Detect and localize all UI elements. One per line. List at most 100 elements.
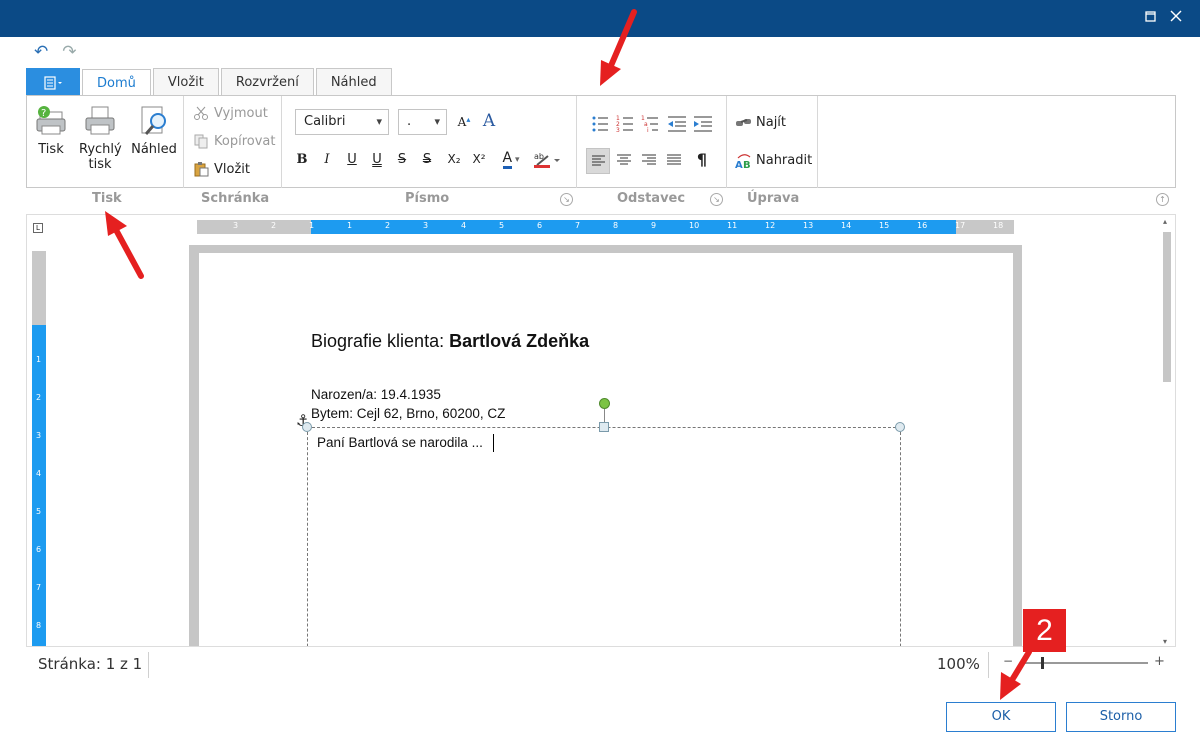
superscript-button[interactable]: X² [468,152,490,166]
replace-button[interactable]: AB Nahradit [735,152,812,172]
align-center-icon[interactable] [614,150,634,170]
vertical-scrollbar[interactable]: ▴ ▾ [1158,215,1175,646]
pilcrow-icon[interactable]: ¶ [693,150,711,169]
resize-handle[interactable] [895,422,905,432]
tab-preview[interactable]: Náhled [315,68,392,96]
ruler-tick-label: 1 [36,355,42,364]
annotation-badge: 2 [1023,609,1066,652]
paste-button[interactable]: Vložit [193,161,250,177]
tab-layout[interactable]: Rozvržení [220,68,314,96]
underline-button[interactable]: U [343,152,361,167]
scrollbar-thumb[interactable] [1163,232,1171,382]
chevron-down-icon: ▾ [434,115,440,128]
align-right-icon[interactable] [639,150,659,170]
highlight-icon[interactable]: ab [532,150,562,172]
preview-button[interactable]: Náhled [131,104,177,157]
justify-icon[interactable] [664,150,684,170]
ruler-tick-label: 15 [879,221,890,230]
cut-button[interactable]: Vyjmout [193,105,268,121]
document-page[interactable]: Biografie klienta: Bartlová Zdeňka Naroz… [199,253,1013,646]
cancel-button[interactable]: Storno [1066,702,1176,732]
ruler-text-area [311,220,956,234]
align-left-icon[interactable] [586,148,610,174]
tab-insert[interactable]: Vložit [152,68,219,96]
tab-stop-selector[interactable]: L [33,223,43,233]
paragraph-dialog-launcher-icon[interactable]: ↘ [710,193,723,206]
undo-icon[interactable]: ↶ [34,42,48,62]
numbered-list-icon[interactable]: 123 [616,114,636,134]
ribbon-tabs: Domů Vložit Rozvržení Náhled [26,68,394,97]
replace-icon: AB [735,152,751,171]
page-indicator: Stránka: 1 z 1 [38,655,143,673]
preview-icon [137,104,171,138]
collapse-ribbon-icon[interactable]: ↑ [1156,193,1169,206]
decrease-indent-icon[interactable] [667,114,687,134]
shrink-font-icon[interactable]: A [480,111,498,131]
bullet-list-icon[interactable] [591,114,611,134]
ruler-tick-label: 13 [803,221,814,230]
zoom-slider-thumb[interactable] [1040,657,1044,669]
ruler-tick-label: 11 [727,221,738,230]
ruler-tick-label: 2 [36,393,42,402]
svg-text:3: 3 [616,127,620,134]
svg-text:B: B [743,160,751,170]
restore-icon[interactable] [1141,8,1161,28]
quick-print-button[interactable]: Rychlý tisk [79,104,122,172]
tab-home[interactable]: Domů [82,69,151,97]
font-color-label: A [502,150,513,169]
ruler-tick-label: 5 [499,221,505,230]
group-label-print: Tisk [92,191,122,206]
redo-icon[interactable]: ↷ [62,42,76,62]
ruler-tick-label: 16 [917,221,928,230]
client-name: Bartlová Zdeňka [449,331,590,351]
ruler-tick-label: 6 [537,221,543,230]
zoom-level: 100% [937,655,980,673]
resize-handle[interactable] [302,422,312,432]
font-dialog-launcher-icon[interactable]: ↘ [560,193,573,206]
chevron-down-icon: ▾ [376,115,382,128]
ruler-tick-label: 17 [955,221,966,230]
ruler-tick-label: 10 [689,221,700,230]
copy-label: Kopírovat [214,133,276,149]
zoom-in-button[interactable]: + [1154,654,1165,669]
horizontal-ruler[interactable]: 3 2 1 1 2 3 4 5 6 7 8 9 10 11 12 13 14 15 16 17 18 [197,220,1014,234]
svg-text:A: A [735,160,743,170]
font-name-combo[interactable]: Calibri ▾ [295,109,389,135]
rotate-handle[interactable] [599,398,610,409]
print-button[interactable]: ? Tisk [33,104,69,157]
ruler-tick-label: 18 [993,221,1004,230]
multilevel-list-icon[interactable]: 1ai [641,114,661,134]
ruler-tick-label: 7 [36,583,42,592]
copy-button[interactable]: Kopírovat [193,133,275,149]
italic-button[interactable]: I [318,152,336,167]
vertical-ruler[interactable]: 1 2 3 4 5 6 7 8 [32,251,46,646]
ruler-tick-label: 3 [36,431,42,440]
double-underline-button[interactable]: U [368,152,386,167]
font-name-value: Calibri [304,114,346,129]
cut-label: Vyjmout [214,105,268,121]
increase-indent-icon[interactable] [693,114,713,134]
double-strikethrough-button[interactable]: S [418,152,436,167]
resize-handle[interactable] [599,422,609,432]
page-frame: Biografie klienta: Bartlová Zdeňka Naroz… [189,245,1022,646]
document-editor[interactable]: L 3 2 1 1 2 3 4 5 6 7 8 9 10 11 12 13 14 15 16 17 18 1234567… [26,214,1176,647]
font-color-button[interactable]: A ▾ [497,150,525,169]
subscript-button[interactable]: X₂ [443,152,465,166]
quick-print-label-1: Rychlý [79,142,122,157]
svg-text:i: i [647,127,649,134]
grow-font-icon[interactable]: A▴ [455,115,473,129]
file-menu-button[interactable] [26,68,80,96]
close-icon[interactable] [1166,8,1186,28]
font-size-combo[interactable]: . ▾ [398,109,447,135]
ribbon-group-labels: Tisk Schránka Písmo ↘ Odstavec ↘ Úprava … [26,189,1176,211]
text-box[interactable]: Paní Bartlová se narodila ... [302,398,905,646]
strikethrough-button[interactable]: S [393,152,411,167]
scissors-icon [193,105,209,121]
title-bar [0,0,1200,37]
find-button[interactable]: Najít [735,114,786,130]
ok-button[interactable]: OK [946,702,1056,732]
bold-button[interactable]: B [293,152,311,167]
zoom-out-button[interactable]: − [1003,654,1013,668]
paste-icon [193,161,209,177]
ruler-tick-label: 5 [36,507,42,516]
